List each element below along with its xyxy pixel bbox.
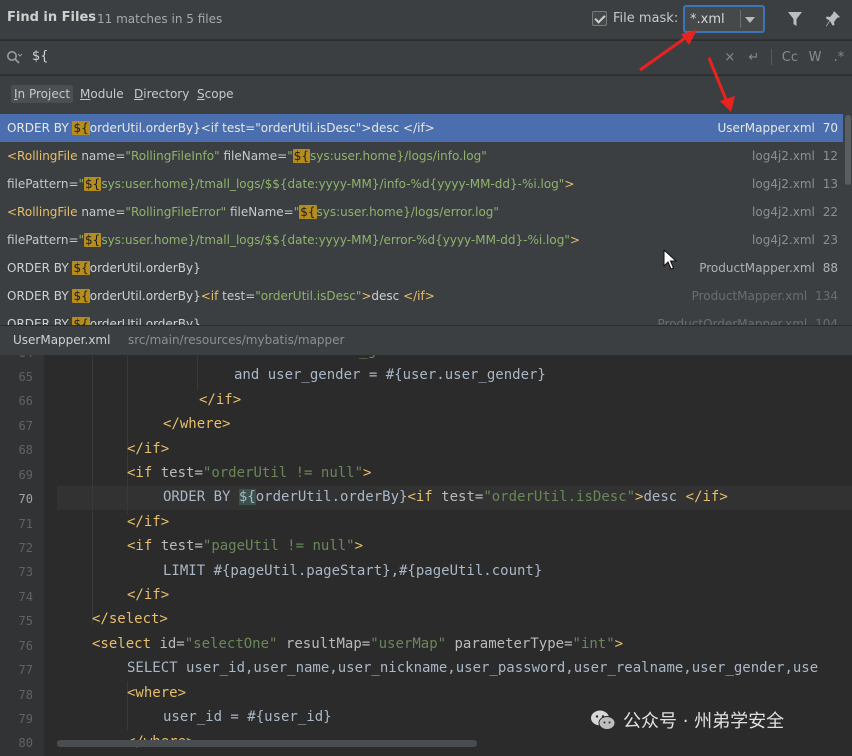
code-line: and user_gender = #{user.user_gender} bbox=[234, 367, 546, 383]
pin-icon[interactable] bbox=[825, 10, 841, 28]
code-line: </if> bbox=[199, 392, 242, 408]
result-text: filePattern="${sys:user.home}/tmall_logs… bbox=[7, 233, 580, 247]
horizontal-scrollbar[interactable] bbox=[57, 740, 477, 747]
code-line: <where> bbox=[127, 685, 187, 701]
search-row: ${ × ↵ Cc W .* bbox=[0, 41, 852, 75]
code-line: </if> bbox=[127, 441, 170, 457]
match-summary: 11 matches in 5 files bbox=[97, 12, 223, 26]
code-line: </select> bbox=[92, 611, 168, 627]
code-preview[interactable]: 64 65 66 67 68 69 70 71 72 73 74 75 76 7… bbox=[0, 355, 852, 756]
code-line: user_id = #{user_id} bbox=[163, 709, 332, 725]
result-text: filePattern="${sys:user.home}/tmall_logs… bbox=[7, 177, 575, 191]
line-number: 71 bbox=[18, 517, 33, 531]
result-text: ORDER BY ${orderUtil.orderBy}<if test="o… bbox=[7, 121, 435, 135]
indent-guide bbox=[197, 355, 198, 390]
result-file: ProductOrderMapper.xml 104 bbox=[657, 317, 839, 325]
code-line: </if> bbox=[127, 587, 170, 603]
file-mask-input[interactable]: *.xml bbox=[683, 5, 765, 33]
result-file: log4j2.xml 22 bbox=[752, 205, 838, 219]
search-input[interactable]: ${ bbox=[32, 49, 49, 64]
file-mask-value[interactable]: *.xml bbox=[690, 12, 725, 27]
line-number: 72 bbox=[18, 541, 33, 555]
preview-file-name: UserMapper.xml bbox=[13, 333, 111, 347]
line-number: 70 bbox=[18, 492, 33, 506]
code-line: <if test="orderUtil != null"> bbox=[127, 465, 372, 481]
tab-module[interactable]: Module bbox=[77, 85, 127, 103]
line-number: 69 bbox=[18, 468, 33, 482]
find-in-files-header: Find in Files 11 matches in 5 files File… bbox=[0, 0, 852, 40]
results-scrollbar[interactable] bbox=[843, 113, 852, 325]
result-row[interactable]: <RollingFile name="RollingFileInfo" file… bbox=[0, 142, 843, 170]
result-row[interactable]: ORDER BY ${orderUtil.orderBy}<if test="o… bbox=[0, 282, 843, 310]
code-line: <if test="user.user_gender != null"> bbox=[199, 355, 502, 359]
tool-separator bbox=[770, 49, 772, 65]
regex-toggle[interactable]: .* bbox=[832, 50, 846, 65]
result-row[interactable]: <RollingFile name="RollingFileError" fil… bbox=[0, 198, 843, 226]
tab-directory[interactable]: Directory bbox=[131, 85, 192, 103]
watermark: 公众号 · 州弟学安全 bbox=[590, 707, 784, 733]
code-line: LIMIT #{pageUtil.pageStart},#{pageUtil.c… bbox=[163, 563, 543, 579]
results-list[interactable]: ORDER BY ${orderUtil.orderBy}<if test="o… bbox=[0, 113, 852, 325]
line-number: 78 bbox=[18, 688, 33, 702]
result-file: ProductMapper.xml 134 bbox=[691, 289, 838, 303]
filter-icon[interactable] bbox=[788, 11, 802, 27]
match-case-toggle[interactable]: Cc bbox=[782, 50, 798, 65]
search-icon[interactable] bbox=[6, 50, 22, 66]
result-text: ORDER BY ${orderUtil.orderBy} bbox=[7, 310, 201, 325]
file-mask-label: File mask: bbox=[613, 11, 679, 26]
result-row[interactable]: filePattern="${sys:user.home}/tmall_logs… bbox=[0, 170, 843, 198]
line-number: 67 bbox=[18, 419, 33, 433]
file-mask-checkbox[interactable] bbox=[592, 11, 607, 26]
indent-guide bbox=[127, 355, 128, 515]
result-text: <RollingFile name="RollingFileError" fil… bbox=[7, 205, 499, 219]
line-number: 76 bbox=[18, 639, 33, 653]
chevron-down-icon[interactable] bbox=[745, 17, 755, 23]
line-number: 79 bbox=[18, 712, 33, 726]
file-mask-divider bbox=[740, 10, 741, 28]
preview-path-bar: UserMapper.xml src/main/resources/mybati… bbox=[0, 325, 852, 355]
result-row[interactable]: ORDER BY ${orderUtil.orderBy} ProductOrd… bbox=[0, 310, 843, 325]
search-options: × ↵ Cc W .* bbox=[723, 49, 846, 65]
result-row[interactable]: ORDER BY ${orderUtil.orderBy}<if test="o… bbox=[0, 114, 843, 142]
code-line: <select id="selectOne" resultMap="userMa… bbox=[92, 636, 624, 652]
line-number: 73 bbox=[18, 565, 33, 579]
result-file: log4j2.xml 13 bbox=[752, 177, 838, 191]
line-number: 75 bbox=[18, 614, 33, 628]
code-line: </where> bbox=[163, 416, 231, 432]
mouse-cursor-icon bbox=[663, 249, 677, 270]
result-file: UserMapper.xml 70 bbox=[717, 121, 838, 135]
scope-tabs: In Project Module Directory Scope bbox=[0, 76, 852, 113]
preview-file-path: src/main/resources/mybatis/mapper bbox=[128, 333, 345, 347]
code-line: <if test="pageUtil != null"> bbox=[127, 538, 364, 554]
result-row[interactable]: ORDER BY ${orderUtil.orderBy} ProductMap… bbox=[0, 254, 843, 282]
line-number: 77 bbox=[18, 663, 33, 677]
line-number: 80 bbox=[18, 736, 33, 750]
result-file: log4j2.xml 12 bbox=[752, 149, 838, 163]
line-number: 65 bbox=[18, 370, 33, 384]
watermark-text: 公众号 · 州弟学安全 bbox=[623, 711, 785, 732]
code-line-current: ORDER BY ${orderUtil.orderBy}<if test="o… bbox=[163, 489, 728, 505]
indent-guide bbox=[92, 355, 93, 625]
line-number: 64 bbox=[0, 355, 33, 360]
whole-words-toggle[interactable]: W bbox=[808, 50, 822, 65]
scrollbar-thumb[interactable] bbox=[845, 115, 851, 185]
tab-in-project[interactable]: In Project bbox=[11, 85, 74, 103]
line-number: 74 bbox=[18, 590, 33, 604]
code-line: SELECT user_id,user_name,user_nickname,u… bbox=[127, 660, 819, 676]
result-row[interactable]: filePattern="${sys:user.home}/tmall_logs… bbox=[0, 226, 843, 254]
clear-icon[interactable]: × bbox=[723, 50, 737, 65]
code-line: </if> bbox=[127, 514, 170, 530]
result-text: <RollingFile name="RollingFileInfo" file… bbox=[7, 149, 487, 163]
result-file: ProductMapper.xml 88 bbox=[699, 261, 838, 275]
line-number: 68 bbox=[18, 443, 33, 457]
result-text: ORDER BY ${orderUtil.orderBy} bbox=[7, 261, 201, 275]
result-text: ORDER BY ${orderUtil.orderBy}<if test="o… bbox=[7, 289, 435, 303]
line-number: 66 bbox=[18, 394, 33, 408]
tab-scope[interactable]: Scope bbox=[194, 85, 237, 103]
dialog-title: Find in Files bbox=[7, 10, 97, 25]
result-file: log4j2.xml 23 bbox=[752, 233, 838, 247]
new-line-icon[interactable]: ↵ bbox=[747, 50, 761, 65]
wechat-icon bbox=[591, 710, 616, 730]
